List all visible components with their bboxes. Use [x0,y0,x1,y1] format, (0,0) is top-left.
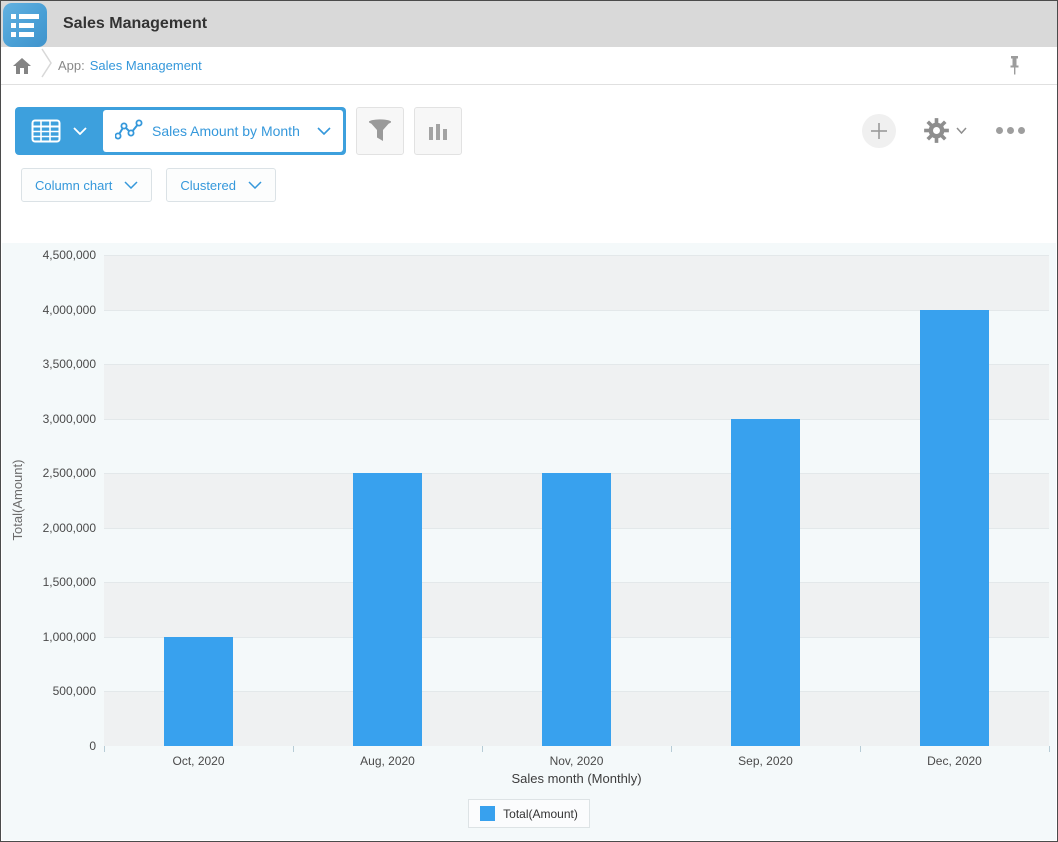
table-view-button[interactable] [15,107,103,155]
view-switcher: Sales Amount by Month [15,107,346,155]
plot-area [104,255,1049,746]
plot-band [104,364,1049,419]
x-axis-tick [671,746,672,752]
chart-bar-oct-2020[interactable] [164,637,233,746]
breadcrumb: App: Sales Management [1,47,1057,85]
chart-type-value: Column chart [35,178,112,193]
funnel-icon [367,118,393,144]
legend-item[interactable]: Total(Amount) [468,799,590,828]
legend-swatch [480,806,495,821]
toolbar-right [862,114,1027,148]
breadcrumb-separator-icon [41,48,52,83]
x-axis-tick [482,746,483,752]
gridline [104,364,1049,365]
y-tick-label: 3,000,000 [4,412,96,426]
gridline [104,310,1049,311]
y-tick-label: 4,500,000 [4,248,96,262]
toolbar: Sales Amount by Month [1,85,1057,157]
add-record-button[interactable] [862,114,896,148]
line-chart-icon [115,119,143,143]
y-tick-label: 1,000,000 [4,630,96,644]
chevron-down-icon [248,181,262,189]
chart-type-select[interactable]: Column chart [21,168,152,202]
gridline [104,419,1049,420]
home-icon[interactable] [13,58,31,74]
x-axis-tick [293,746,294,752]
y-tick-label: 1,500,000 [4,575,96,589]
page-title: Sales Management [63,15,207,33]
filter-button[interactable] [356,107,404,155]
chart-bar-dec-2020[interactable] [920,310,989,746]
chart-bar-nov-2020[interactable] [542,473,611,746]
x-axis-tick [860,746,861,752]
grouping-select[interactable]: Clustered [166,168,276,202]
y-tick-label: 2,000,000 [4,521,96,535]
app-window: { "header": { "title": "Sales Management… [0,0,1058,842]
pin-icon[interactable] [1008,56,1021,75]
x-axis-tick [104,746,105,752]
legend-label: Total(Amount) [503,807,578,821]
more-options-button[interactable] [994,121,1027,140]
chart-view-select[interactable]: Sales Amount by Month [103,110,343,152]
chart-legend: Total(Amount) [2,799,1056,828]
x-tick-label: Aug, 2020 [318,754,458,768]
x-tick-label: Nov, 2020 [507,754,647,768]
y-tick-label: 0 [4,739,96,753]
chart-bar-sep-2020[interactable] [731,419,800,746]
x-tick-label: Dec, 2020 [885,754,1025,768]
plot-band [104,255,1049,310]
gear-icon [923,117,950,144]
ellipsis-icon [996,127,1025,134]
chart-view-label: Sales Amount by Month [152,123,300,139]
x-tick-label: Sep, 2020 [696,754,836,768]
y-tick-label: 500,000 [4,684,96,698]
chart-area: Total(Amount) 0 500,000 1,000,000 1,500,000… [2,243,1056,840]
settings-button[interactable] [923,117,967,144]
plus-icon [870,122,888,140]
chart-toggle-button[interactable] [414,107,462,155]
y-tick-label: 4,000,000 [4,303,96,317]
x-axis-tick [1049,746,1050,752]
bar-chart-icon [427,120,449,142]
chart-bar-aug-2020[interactable] [353,473,422,746]
breadcrumb-app-prefix: App: [58,58,85,73]
chevron-down-icon [956,127,967,134]
y-tick-label: 3,500,000 [4,357,96,371]
x-tick-label: Oct, 2020 [129,754,269,768]
chart-options: Column chart Clustered [1,157,1057,217]
app-launcher-icon[interactable] [3,3,47,47]
chevron-down-icon [124,181,138,189]
app-header: Sales Management [1,1,1057,47]
plot-band [104,310,1049,365]
breadcrumb-app-link[interactable]: Sales Management [90,58,202,73]
x-axis-title: Sales month (Monthly) [104,771,1049,786]
grouping-value: Clustered [180,178,236,193]
y-tick-label: 2,500,000 [4,466,96,480]
plot-band [104,419,1049,474]
chevron-down-icon [317,127,331,135]
gridline [104,255,1049,256]
chevron-down-icon [73,127,87,135]
table-view-icon [31,119,61,143]
list-app-icon [11,14,47,19]
